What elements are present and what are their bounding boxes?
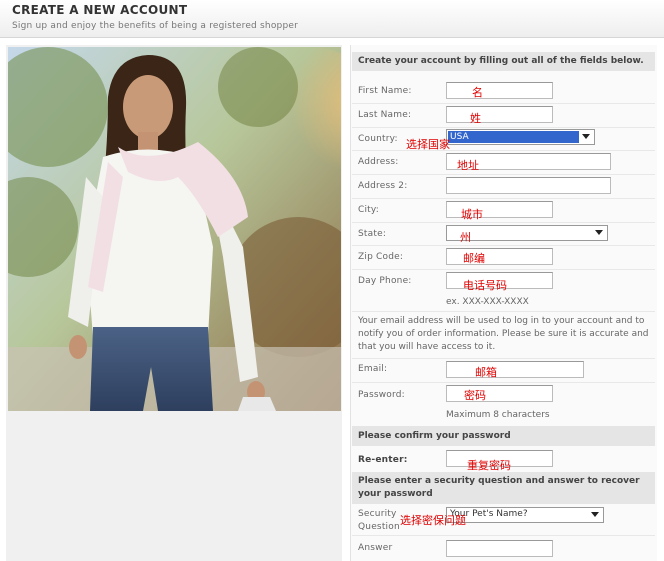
row-divider xyxy=(352,269,655,270)
row-divider xyxy=(352,245,655,246)
row-divider xyxy=(352,222,655,223)
last-name-annotation: 姓 xyxy=(470,112,481,125)
phone-hint: ex. XXX-XXX-XXXX xyxy=(446,297,529,307)
page-header: CREATE A NEW ACCOUNT Sign up and enjoy t… xyxy=(0,0,664,38)
security-question-header: Please enter a security question and ans… xyxy=(352,472,655,504)
state-label: State: xyxy=(358,229,387,239)
password-hint: Maximum 8 characters xyxy=(446,410,550,420)
email-input[interactable] xyxy=(446,361,584,378)
security-question-label-line2: Question xyxy=(358,522,400,532)
row-divider xyxy=(352,103,655,104)
address2-label: Address 2: xyxy=(358,181,408,191)
phone-label: Day Phone: xyxy=(358,276,412,286)
hero-photo xyxy=(8,47,341,411)
last-name-label: Last Name: xyxy=(358,110,412,120)
security-question-select[interactable]: Your Pet's Name? xyxy=(446,507,604,523)
security-question-annotation: 选择密保问题 xyxy=(400,514,466,527)
email-label: Email: xyxy=(358,364,388,374)
zip-label: Zip Code: xyxy=(358,252,404,262)
security-question-label-line1: Security xyxy=(358,509,397,519)
row-divider xyxy=(352,535,655,536)
form-intro-header: Create your account by filling out all o… xyxy=(352,52,655,71)
chevron-down-icon xyxy=(582,134,590,139)
city-label: City: xyxy=(358,205,380,215)
row-divider xyxy=(352,382,655,383)
row-divider xyxy=(352,311,655,312)
first-name-annotation: 名 xyxy=(472,86,483,99)
first-name-label: First Name: xyxy=(358,86,412,96)
address2-input[interactable] xyxy=(446,177,611,194)
country-selected-value: USA xyxy=(448,131,579,143)
row-divider xyxy=(352,198,655,199)
password-input[interactable] xyxy=(446,385,553,402)
last-name-input[interactable] xyxy=(446,106,553,123)
row-divider xyxy=(352,174,655,175)
row-divider xyxy=(352,150,655,151)
page-subtitle: Sign up and enjoy the benefits of being … xyxy=(12,21,298,31)
email-note: Your email address will be used to log i… xyxy=(358,316,649,352)
answer-input[interactable] xyxy=(446,540,553,557)
chevron-down-icon xyxy=(595,230,603,235)
phone-annotation: 电话号码 xyxy=(463,279,507,292)
page-title: CREATE A NEW ACCOUNT xyxy=(12,3,188,17)
zip-annotation: 邮编 xyxy=(463,252,485,265)
city-annotation: 城市 xyxy=(461,208,483,221)
reenter-annotation: 重复密码 xyxy=(467,459,511,472)
confirm-password-header: Please confirm your password xyxy=(352,426,655,446)
email-annotation: 邮箱 xyxy=(475,366,497,379)
password-annotation: 密码 xyxy=(464,389,486,402)
row-divider xyxy=(352,127,655,128)
address-annotation: 地址 xyxy=(457,159,479,172)
row-divider xyxy=(352,358,655,359)
country-select[interactable]: USA xyxy=(446,129,595,145)
chevron-down-icon xyxy=(591,512,599,517)
reenter-label: Re-enter: xyxy=(358,455,408,465)
password-label: Password: xyxy=(358,390,405,400)
answer-label: Answer xyxy=(358,543,393,553)
country-label: Country: xyxy=(358,134,398,144)
state-annotation: 州 xyxy=(460,231,471,244)
address-label: Address: xyxy=(358,157,399,167)
first-name-input[interactable] xyxy=(446,82,553,99)
